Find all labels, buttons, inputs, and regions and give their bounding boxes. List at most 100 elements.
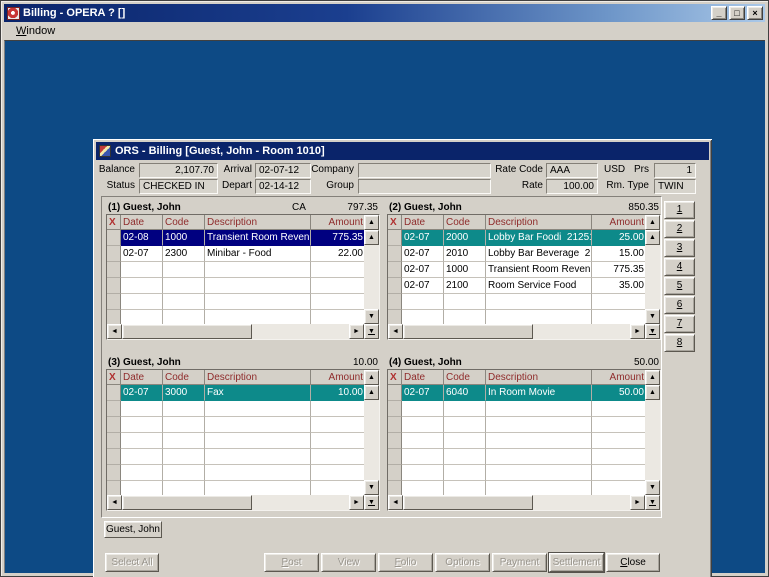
grid-cell[interactable]: 775.35 <box>311 230 366 246</box>
grid-cell[interactable]: Minibar - Food <box>205 246 311 262</box>
scroll-down-icon[interactable]: ▼ <box>645 480 660 495</box>
transaction-row[interactable]: 02-071000Transient Room Revenu775.35 <box>388 262 645 278</box>
grid-cell[interactable]: Transient Room Revenu <box>486 262 592 278</box>
company-field[interactable] <box>358 163 491 178</box>
grid-cell[interactable]: 02-07 <box>121 385 163 401</box>
transaction-row[interactable]: 02-076040In Room Movie50.00 <box>388 385 645 401</box>
scrollbar-thumb[interactable] <box>122 495 252 510</box>
scroll-up-icon[interactable]: ▲ <box>645 370 660 385</box>
transaction-row[interactable]: 02-072100Room Service Food35.00 <box>388 278 645 294</box>
select-all-button[interactable]: Select All <box>105 553 159 572</box>
grid-cell[interactable]: 22.00 <box>311 246 366 262</box>
prs-field[interactable]: 1 <box>654 163 696 178</box>
maximize-icon[interactable]: □ <box>729 6 745 20</box>
grid-cell[interactable]: 02-07 <box>402 246 444 262</box>
scroll-up-icon[interactable]: ▲ <box>364 215 379 230</box>
grid-cell[interactable]: 2000 <box>444 230 486 246</box>
grid-cell[interactable]: 02-08 <box>121 230 163 246</box>
scrollbar-track[interactable] <box>533 495 630 510</box>
grid-cell[interactable]: 35.00 <box>592 278 647 294</box>
grid-cell[interactable]: Fax <box>205 385 311 401</box>
horizontal-scrollbar[interactable]: ◄► <box>107 324 364 339</box>
row-marker-cell[interactable] <box>388 262 402 278</box>
grid-cell[interactable]: 50.00 <box>592 385 647 401</box>
minimize-icon[interactable]: _ <box>711 6 727 20</box>
horizontal-scrollbar[interactable]: ◄► <box>388 495 645 510</box>
rate-code-field[interactable]: AAA <box>546 163 598 178</box>
scrollbar-thumb[interactable] <box>403 495 533 510</box>
title-bar[interactable]: Billing - OPERA ? [] _ □ × <box>4 4 765 22</box>
scrollbar-track[interactable] <box>645 400 660 480</box>
transaction-row[interactable]: 02-072000Lobby Bar Foodi 2125125.00 <box>388 230 645 246</box>
scroll-up-icon[interactable]: ▲ <box>645 230 660 245</box>
horizontal-scrollbar[interactable]: ◄► <box>388 324 645 339</box>
folio-button-6[interactable]: 6 <box>664 296 695 314</box>
grid-cell[interactable]: 2010 <box>444 246 486 262</box>
grid-cell[interactable]: 6040 <box>444 385 486 401</box>
grid-cell[interactable]: 1000 <box>163 230 205 246</box>
settlement-button[interactable]: Settlement <box>549 553 604 572</box>
row-marker-cell[interactable] <box>388 246 402 262</box>
grid-cell[interactable]: Lobby Bar Beverage 215 <box>486 246 592 262</box>
grid-cell[interactable]: 25.00 <box>592 230 647 246</box>
grid-cell[interactable]: 2100 <box>444 278 486 294</box>
menu-window[interactable]: Window <box>11 24 60 38</box>
scroll-up-icon[interactable]: ▲ <box>364 230 379 245</box>
scroll-to-end-icon[interactable]: ▼ <box>364 495 379 510</box>
scroll-left-icon[interactable]: ◄ <box>388 324 403 339</box>
scroll-right-icon[interactable]: ► <box>349 324 364 339</box>
scrollbar-thumb[interactable] <box>122 324 252 339</box>
scroll-right-icon[interactable]: ► <box>630 495 645 510</box>
row-marker-cell[interactable] <box>388 278 402 294</box>
scrollbar-track[interactable] <box>533 324 630 339</box>
folio-button-1[interactable]: 1 <box>664 201 695 219</box>
grid-cell[interactable]: In Room Movie <box>486 385 592 401</box>
scroll-to-end-icon[interactable]: ▼ <box>645 324 660 339</box>
arrival-field[interactable]: 02-07-12 <box>255 163 311 178</box>
row-marker-cell[interactable] <box>107 385 121 401</box>
scroll-left-icon[interactable]: ◄ <box>388 495 403 510</box>
grid-cell[interactable]: Lobby Bar Foodi 21251 <box>486 230 592 246</box>
scrollbar-track[interactable] <box>364 400 379 480</box>
vertical-scrollbar[interactable]: ▲▲ ▼ <box>364 215 379 324</box>
scrollbar-track[interactable] <box>252 324 349 339</box>
scroll-down-icon[interactable]: ▼ <box>645 309 660 324</box>
grid-cell[interactable]: 02-07 <box>402 278 444 294</box>
scroll-down-icon[interactable]: ▼ <box>364 309 379 324</box>
scrollbar-thumb[interactable] <box>403 324 533 339</box>
group-field[interactable] <box>358 179 491 194</box>
scroll-right-icon[interactable]: ► <box>630 324 645 339</box>
view-button[interactable]: View <box>321 553 376 572</box>
scroll-left-icon[interactable]: ◄ <box>107 324 122 339</box>
guest-tab[interactable]: Guest, John <box>104 521 162 538</box>
post-button[interactable]: Post <box>264 553 319 572</box>
balance-field[interactable]: 2,107.70 <box>139 163 218 178</box>
scroll-up-icon[interactable]: ▲ <box>364 385 379 400</box>
close-button[interactable]: Close <box>606 553 660 572</box>
transaction-row[interactable]: 02-072300Minibar - Food22.00 <box>107 246 364 262</box>
grid-cell[interactable]: 02-07 <box>402 262 444 278</box>
grid-cell[interactable]: 775.35 <box>592 262 647 278</box>
options-button[interactable]: Options <box>435 553 490 572</box>
grid-cell[interactable]: 02-07 <box>402 230 444 246</box>
grid-cell[interactable]: 02-07 <box>402 385 444 401</box>
folio-button[interactable]: Folio <box>378 553 433 572</box>
row-marker-cell[interactable] <box>388 385 402 401</box>
depart-field[interactable]: 02-14-12 <box>255 179 311 194</box>
row-marker-cell[interactable] <box>107 246 121 262</box>
folio-button-2[interactable]: 2 <box>664 220 695 238</box>
scrollbar-track[interactable] <box>252 495 349 510</box>
close-icon[interactable]: × <box>747 6 763 20</box>
scroll-left-icon[interactable]: ◄ <box>107 495 122 510</box>
dialog-title-bar[interactable]: ORS - Billing [Guest, John - Room 1010] <box>96 142 709 160</box>
scroll-down-icon[interactable]: ▼ <box>364 480 379 495</box>
vertical-scrollbar[interactable]: ▲▲▼ <box>364 370 379 495</box>
folio-button-5[interactable]: 5 <box>664 277 695 295</box>
scroll-up-icon[interactable]: ▲ <box>645 385 660 400</box>
folio-button-8[interactable]: 8 <box>664 334 695 352</box>
transaction-row[interactable]: 02-072010Lobby Bar Beverage 21515.00 <box>388 246 645 262</box>
grid-cell[interactable]: Transient Room Revenu <box>205 230 311 246</box>
scroll-to-end-icon[interactable]: ▼ <box>645 495 660 510</box>
folio-button-7[interactable]: 7 <box>664 315 695 333</box>
scrollbar-track[interactable] <box>364 245 379 309</box>
